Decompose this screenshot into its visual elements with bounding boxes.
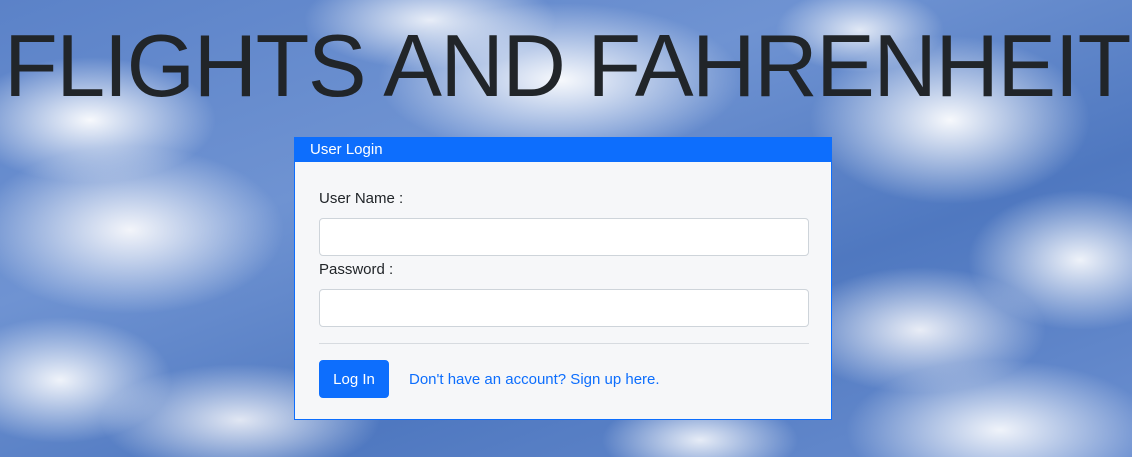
login-button[interactable]: Log In xyxy=(319,360,389,398)
form-actions: Log In Don't have an account? Sign up he… xyxy=(319,360,807,398)
page-title: FLIGHTS AND FAHRENHEIT xyxy=(4,16,1131,115)
form-divider xyxy=(319,343,809,344)
password-input[interactable] xyxy=(319,289,809,327)
login-card-header: User Login xyxy=(295,138,831,162)
login-card: User Login User Name : Password : Log In… xyxy=(294,137,832,420)
username-input[interactable] xyxy=(319,218,809,256)
signup-link[interactable]: Don't have an account? Sign up here. xyxy=(409,371,660,388)
login-form: User Name : Password : Log In Don't have… xyxy=(295,162,831,398)
password-label: Password : xyxy=(319,261,394,278)
username-label: User Name : xyxy=(319,190,404,207)
